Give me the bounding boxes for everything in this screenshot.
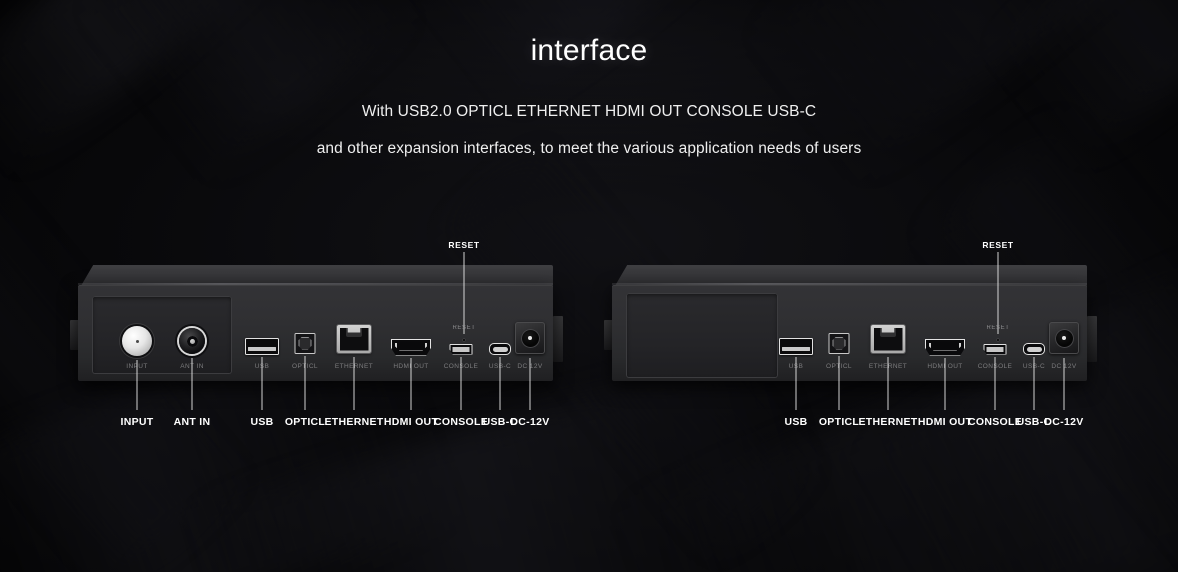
port-ant-in[interactable] <box>179 328 205 354</box>
port-ethernet[interactable] <box>871 325 905 353</box>
port-usb[interactable] <box>779 337 813 355</box>
f-connector-icon <box>122 326 152 356</box>
port-input[interactable] <box>122 326 152 356</box>
port-label-opticl: OPTICL <box>284 416 326 428</box>
micro-usb-inner <box>452 346 470 352</box>
callout-line-ethernet <box>887 357 889 410</box>
ethernet-port-icon <box>337 325 371 353</box>
optical-port-icon <box>828 332 850 354</box>
port-label-ethernet: ETHERNET <box>324 416 384 428</box>
callout-line-opticl <box>838 355 840 410</box>
callout-line-ethernet <box>353 357 355 410</box>
usb-a-port-icon <box>245 337 279 355</box>
hdmi-cavity <box>397 341 425 350</box>
port-label-console: CONSOLE <box>967 416 1023 428</box>
callout-line-hdmi-out <box>944 357 946 410</box>
chassis-flange-right <box>553 316 563 362</box>
rj45-jack <box>339 327 369 351</box>
usb-c-port-icon <box>1023 343 1045 355</box>
port-hdmi-out[interactable] <box>391 338 431 356</box>
hdmi-port-icon <box>925 338 965 356</box>
port-label-console: CONSOLE <box>433 416 489 428</box>
ethernet-port-icon <box>871 325 905 353</box>
hdmi-port-icon <box>391 338 431 356</box>
port-label-input: INPUT <box>120 416 154 428</box>
usb-c-port-icon <box>489 343 511 355</box>
port-label-usb: USB <box>250 416 274 428</box>
callout-line-input <box>136 360 138 410</box>
port-label-dc-12v: DC-12V <box>510 416 550 428</box>
rca-jack-icon <box>179 328 205 354</box>
dc-power-jack-icon <box>515 322 545 354</box>
port-ethernet[interactable] <box>337 325 371 353</box>
port-opticl[interactable] <box>294 332 316 354</box>
dc-center-pin <box>528 336 532 340</box>
port-dc-12v[interactable] <box>515 322 545 354</box>
usb-a-port-icon <box>779 337 813 355</box>
connector-recess-panel <box>92 296 232 374</box>
chassis-flange-right <box>1087 316 1097 362</box>
reset-callout-label: RESET <box>982 240 1014 250</box>
reset-pinhole-button[interactable] <box>462 338 466 342</box>
reset-pinhole-button[interactable] <box>996 338 1000 342</box>
callout-line-dc-12v <box>1063 358 1065 410</box>
micro-usb-inner <box>986 346 1004 352</box>
port-opticl[interactable] <box>828 332 850 354</box>
hdmi-cavity <box>931 341 959 350</box>
port-usb-c[interactable] <box>1023 343 1045 355</box>
callout-line-reset <box>997 252 999 334</box>
micro-usb-port-icon <box>983 343 1007 355</box>
dc-center-pin <box>1062 336 1066 340</box>
callout-line-usb-c <box>1033 357 1035 410</box>
callout-line-usb <box>261 356 263 410</box>
subtitle-line-1: With USB2.0 OPTICL ETHERNET HDMI OUT CON… <box>361 103 817 120</box>
callout-line-console <box>994 356 996 410</box>
port-label-hdmi-out: HDMI OUT <box>917 416 973 428</box>
port-label-hdmi-out: HDMI OUT <box>383 416 439 428</box>
callout-line-usb-c <box>499 357 501 410</box>
rj45-jack <box>873 327 903 351</box>
port-console[interactable] <box>983 343 1007 355</box>
subtitle-line-2: and other expansion interfaces, to meet … <box>316 140 862 157</box>
callout-line-reset <box>463 252 465 334</box>
callout-line-console <box>460 356 462 410</box>
callout-line-dc-12v <box>529 358 531 410</box>
port-dc-12v[interactable] <box>1049 322 1079 354</box>
blank-recess-panel <box>626 293 778 378</box>
reset-callout-label: RESET <box>448 240 480 250</box>
silkscreen-label-reset: RESET <box>986 325 1010 331</box>
micro-usb-port-icon <box>449 343 473 355</box>
port-label-opticl: OPTICL <box>818 416 860 428</box>
callout-line-hdmi-out <box>410 357 412 410</box>
callout-line-ant-in <box>191 358 193 410</box>
callout-line-opticl <box>304 355 306 410</box>
port-label-usb: USB <box>784 416 808 428</box>
port-usb-c[interactable] <box>489 343 511 355</box>
dc-power-jack-icon <box>1049 322 1079 354</box>
port-label-ant-in: ANT IN <box>173 416 211 428</box>
port-console[interactable] <box>449 343 473 355</box>
callout-line-usb <box>795 356 797 410</box>
page-title: interface <box>530 34 648 67</box>
optical-port-icon <box>294 332 316 354</box>
port-hdmi-out[interactable] <box>925 338 965 356</box>
silkscreen-label-reset: RESET <box>452 325 476 331</box>
port-label-ethernet: ETHERNET <box>858 416 918 428</box>
port-usb[interactable] <box>245 337 279 355</box>
port-label-dc-12v: DC-12V <box>1044 416 1084 428</box>
